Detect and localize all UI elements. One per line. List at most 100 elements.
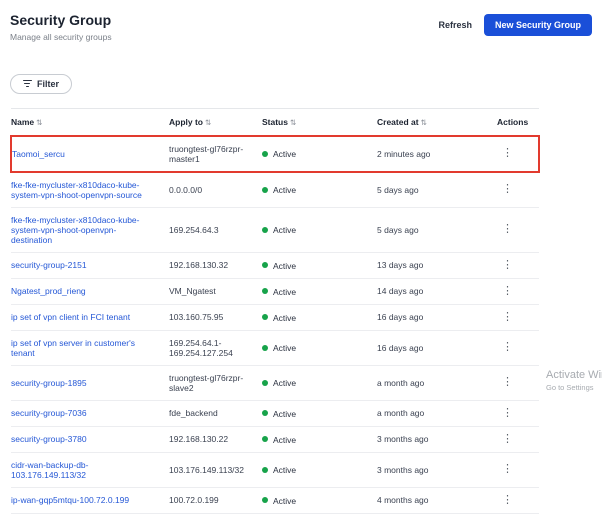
page-header-text: Security Group Manage all security group…	[10, 12, 112, 42]
status-cell: Active	[262, 452, 377, 487]
column-header-status[interactable]: Status⇅	[262, 108, 377, 136]
apply-to-cell: truongtest-gl76rzpr-master1	[169, 136, 262, 172]
status-cell: Active	[262, 426, 377, 452]
created-at-cell: 4 months ago	[377, 487, 497, 513]
created-at-cell: 5 days ago	[377, 172, 497, 208]
header-actions: Refresh New Security Group	[438, 14, 592, 36]
security-group-name-link[interactable]: fke-fke-mycluster-x810daco-kube-system-v…	[11, 180, 163, 200]
kebab-menu-icon[interactable]: ⋮	[497, 312, 518, 323]
table-row[interactable]: Taomoi_sercu truongtest-gl76rzpr-master1…	[11, 136, 539, 172]
status-badge: Active	[273, 225, 296, 235]
new-security-group-button[interactable]: New Security Group	[484, 14, 592, 36]
sort-icon[interactable]: ⇅	[421, 118, 427, 127]
table-row[interactable]: security-group-7036 fde_backend Active a…	[11, 400, 539, 426]
status-cell: Active	[262, 487, 377, 513]
created-at-cell: 3 months ago	[377, 426, 497, 452]
filter-label: Filter	[37, 79, 59, 89]
status-badge: Active	[273, 149, 296, 159]
security-group-name-link[interactable]: fke-fke-mycluster-x810daco-kube-system-v…	[11, 215, 163, 245]
kebab-menu-icon[interactable]: ⋮	[497, 377, 518, 388]
status-badge: Active	[273, 286, 296, 296]
created-at-cell: 16 days ago	[377, 330, 497, 365]
table-row[interactable]: fke-fke-mycluster-x810daco-kube-system-v…	[11, 172, 539, 208]
created-at-cell: 13 days ago	[377, 252, 497, 278]
kebab-menu-icon[interactable]: ⋮	[497, 184, 518, 195]
kebab-menu-icon[interactable]: ⋮	[497, 434, 518, 445]
table-row[interactable]: ip set of vpn server in customer's tenan…	[11, 330, 539, 365]
kebab-menu-icon[interactable]: ⋮	[497, 286, 518, 297]
apply-to-cell: fde_backend	[169, 400, 262, 426]
status-badge: Active	[273, 465, 296, 475]
page-subtitle: Manage all security groups	[10, 32, 112, 42]
sort-icon[interactable]: ⇅	[290, 118, 296, 127]
security-group-name-link[interactable]: security-group-1895	[11, 378, 93, 388]
status-cell: Active	[262, 252, 377, 278]
security-group-name-link[interactable]: Taomoi_sercu	[12, 149, 71, 159]
column-header-created-at[interactable]: Created at⇅	[377, 108, 497, 136]
filter-toolbar: Filter	[10, 68, 602, 94]
created-at-cell: 14 days ago	[377, 278, 497, 304]
filter-button[interactable]: Filter	[10, 74, 72, 94]
status-dot-icon	[262, 345, 268, 351]
apply-to-cell: 103.176.149.113/32	[169, 452, 262, 487]
table-header: Name⇅ Apply to⇅ Status⇅ Created at⇅ Acti…	[11, 108, 539, 136]
status-dot-icon	[262, 380, 268, 386]
created-at-cell: a month ago	[377, 400, 497, 426]
table-row[interactable]: cidr-wan-backup-db-103.176.149.113/32 10…	[11, 452, 539, 487]
kebab-menu-icon[interactable]: ⋮	[497, 342, 518, 353]
page-title: Security Group	[10, 12, 112, 28]
security-group-name-link[interactable]: security-group-2151	[11, 260, 93, 270]
status-cell: Active	[262, 207, 377, 252]
kebab-menu-icon[interactable]: ⋮	[497, 224, 518, 235]
status-dot-icon	[262, 288, 268, 294]
table-row[interactable]: Ngatest_prod_rieng VM_Ngatest Active 14 …	[11, 278, 539, 304]
status-cell: Active	[262, 278, 377, 304]
status-dot-icon	[262, 314, 268, 320]
kebab-menu-icon[interactable]: ⋮	[497, 148, 518, 159]
security-group-page: Security Group Manage all security group…	[0, 0, 602, 414]
status-cell: Active	[262, 400, 377, 426]
security-group-name-link[interactable]: Ngatest_prod_rieng	[11, 286, 92, 296]
table-body: Taomoi_sercu truongtest-gl76rzpr-master1…	[11, 136, 539, 514]
kebab-menu-icon[interactable]: ⋮	[497, 495, 518, 506]
column-header-apply-to[interactable]: Apply to⇅	[169, 108, 262, 136]
security-group-name-link[interactable]: ip set of vpn server in customer's tenan…	[11, 338, 163, 358]
table-row[interactable]: ip-wan-gqp5mtqu-100.72.0.199 100.72.0.19…	[11, 487, 539, 513]
column-header-name[interactable]: Name⇅	[11, 108, 169, 136]
kebab-menu-icon[interactable]: ⋮	[497, 464, 518, 475]
table-row[interactable]: ip set of vpn client in FCI tenant 103.1…	[11, 304, 539, 330]
kebab-menu-icon[interactable]: ⋮	[497, 260, 518, 271]
sort-icon[interactable]: ⇅	[205, 118, 211, 127]
security-group-name-link[interactable]: ip-wan-gqp5mtqu-100.72.0.199	[11, 495, 135, 505]
refresh-button[interactable]: Refresh	[438, 20, 472, 30]
security-group-table: Name⇅ Apply to⇅ Status⇅ Created at⇅ Acti…	[10, 108, 540, 514]
apply-to-cell: VM_Ngatest	[169, 278, 262, 304]
column-header-actions: Actions	[497, 108, 539, 136]
kebab-menu-icon[interactable]: ⋮	[497, 408, 518, 419]
security-group-name-link[interactable]: cidr-wan-backup-db-103.176.149.113/32	[11, 460, 163, 480]
status-badge: Active	[273, 408, 296, 418]
status-cell: Active	[262, 330, 377, 365]
status-dot-icon	[262, 497, 268, 503]
watermark-line1: Activate Win	[546, 369, 602, 381]
windows-activation-watermark: Activate Win Go to Settings	[546, 369, 602, 392]
table-row[interactable]: fke-fke-mycluster-x810daco-kube-system-v…	[11, 207, 539, 252]
status-cell: Active	[262, 365, 377, 400]
apply-to-cell: 0.0.0.0/0	[169, 172, 262, 208]
security-group-name-link[interactable]: ip set of vpn client in FCI tenant	[11, 312, 136, 322]
security-group-name-link[interactable]: security-group-7036	[11, 408, 93, 418]
filter-icon	[23, 80, 32, 87]
table-row[interactable]: security-group-2151 192.168.130.32 Activ…	[11, 252, 539, 278]
status-dot-icon	[262, 262, 268, 268]
sort-icon[interactable]: ⇅	[36, 118, 42, 127]
apply-to-cell: 192.168.130.32	[169, 252, 262, 278]
status-badge: Active	[273, 434, 296, 444]
created-at-cell: 3 months ago	[377, 452, 497, 487]
status-cell: Active	[262, 304, 377, 330]
table-row[interactable]: security-group-1895 truongtest-gl76rzpr-…	[11, 365, 539, 400]
status-badge: Active	[273, 312, 296, 322]
apply-to-cell: 192.168.130.22	[169, 426, 262, 452]
security-group-name-link[interactable]: security-group-3780	[11, 434, 93, 444]
status-dot-icon	[262, 151, 268, 157]
table-row[interactable]: security-group-3780 192.168.130.22 Activ…	[11, 426, 539, 452]
